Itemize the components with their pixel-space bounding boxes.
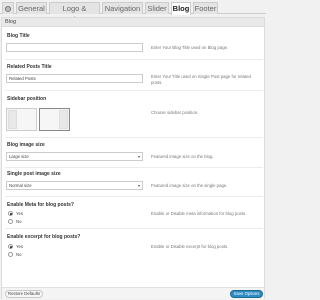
blog-image-size-desc: Featured image size on the blog. xyxy=(151,154,214,159)
meta-desc: Enable or Disable meta information for b… xyxy=(151,211,247,216)
tab-slider[interactable]: Slider xyxy=(145,2,169,14)
sidebar-position-desc: Choose sidebar position. xyxy=(151,110,199,115)
blog-title-desc: Enter Your Blog Title used on Blog page. xyxy=(151,45,229,50)
excerpt-label: Enable excerpt for blog posts? xyxy=(7,234,81,240)
divider xyxy=(5,167,263,168)
blog-image-size-value: Large size xyxy=(9,154,29,159)
divider xyxy=(5,228,263,229)
sidebar-column xyxy=(8,110,17,129)
divider xyxy=(5,196,263,197)
options-footer: Restore Defaults Save Options xyxy=(2,287,264,299)
excerpt-no-label: No xyxy=(16,252,22,257)
gear-icon xyxy=(4,5,12,13)
tab-general[interactable]: General xyxy=(16,2,47,14)
blog-options-panel: Blog Blog Title Enter Your Blog Title us… xyxy=(1,17,265,299)
chevron-down-icon: ▾ xyxy=(137,154,140,159)
excerpt-yes-radio[interactable] xyxy=(8,244,13,249)
related-posts-input[interactable]: Related Posts xyxy=(6,74,143,83)
excerpt-yes-label: Yes xyxy=(16,244,24,249)
meta-label: Enable Meta for blog posts? xyxy=(7,202,74,208)
blog-image-size-select[interactable]: Large size ▾ xyxy=(6,152,143,161)
sidebar-right-option[interactable] xyxy=(39,108,70,131)
sidebar-position-label: Sidebar position xyxy=(7,96,47,102)
tab-navigation[interactable]: Navigation xyxy=(102,2,143,14)
blog-title-label: Blog Title xyxy=(7,33,30,39)
sidebar-left-option[interactable] xyxy=(6,108,37,131)
single-image-size-value: Normal size xyxy=(9,183,32,188)
related-posts-desc: Enter Your Title used on Single Post pag… xyxy=(151,74,251,85)
meta-yes-radio[interactable] xyxy=(8,211,13,216)
settings-tab[interactable] xyxy=(2,2,14,14)
panel-title: Blog xyxy=(2,18,264,27)
tab-footer[interactable]: Footer xyxy=(193,2,218,14)
excerpt-desc: Enable or Disable excerpt for blog posts… xyxy=(151,244,229,249)
tab-blog[interactable]: Blog xyxy=(171,2,191,15)
restore-defaults-button[interactable]: Restore Defaults xyxy=(5,290,43,298)
excerpt-no-radio[interactable] xyxy=(8,252,13,257)
single-image-size-select[interactable]: Normal size ▾ xyxy=(6,181,143,190)
single-image-size-desc: Featured image size on the single page. xyxy=(151,183,228,188)
related-posts-label: Related Posts Title xyxy=(7,64,52,70)
divider xyxy=(5,137,263,138)
sidebar-column xyxy=(59,110,68,129)
meta-no-radio[interactable] xyxy=(8,219,13,224)
divider xyxy=(5,59,263,60)
single-image-size-label: Single post image size xyxy=(7,171,61,177)
blog-image-size-label: Blog image size xyxy=(7,142,45,148)
options-tab-bar: General Logo & Favicon Navigation Slider… xyxy=(0,0,266,24)
divider xyxy=(5,90,263,91)
meta-no-label: No xyxy=(16,219,22,224)
tab-logo-favicon[interactable]: Logo & Favicon xyxy=(49,2,100,24)
blog-title-input[interactable] xyxy=(6,43,143,52)
chevron-down-icon: ▾ xyxy=(137,183,140,188)
meta-yes-label: Yes xyxy=(16,211,24,216)
save-options-button[interactable]: Save Options xyxy=(230,290,263,298)
